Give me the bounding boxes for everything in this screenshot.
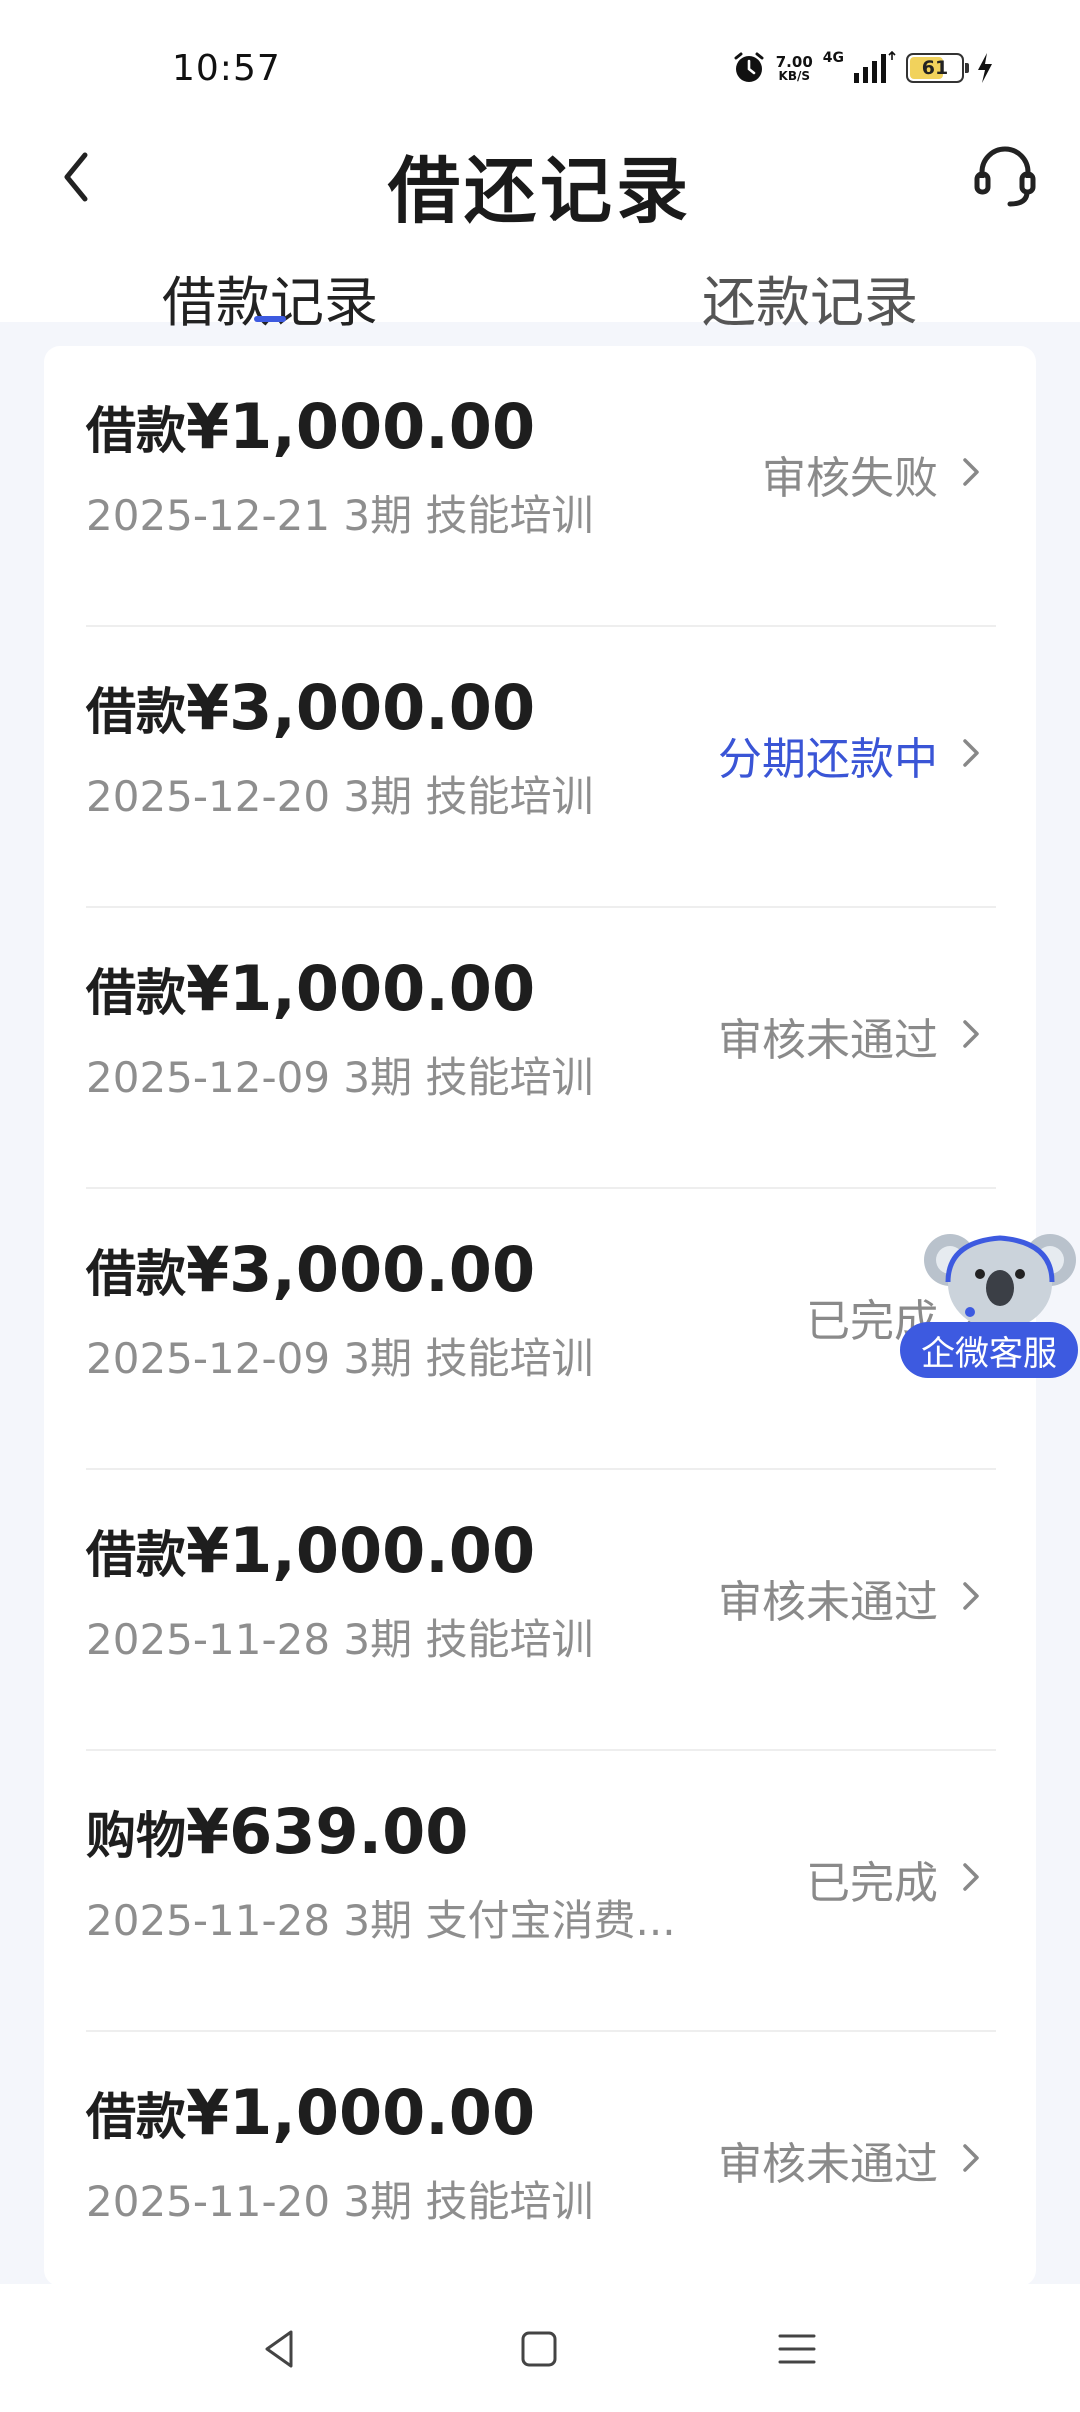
system-nav-bar bbox=[0, 2284, 1080, 2412]
record-detail: 2025-11-20 3期 技能培训 bbox=[86, 2177, 594, 2226]
tab-loan-records[interactable]: 借款记录 bbox=[162, 258, 378, 337]
record-amount: ¥1,000.00 bbox=[186, 390, 536, 463]
record-status: 审核未通过 bbox=[718, 1577, 938, 1628]
record-title: 借款¥1,000.00 bbox=[86, 952, 535, 1025]
status-time: 10:57 bbox=[172, 48, 281, 89]
record-title: 购物¥639.00 bbox=[86, 1795, 468, 1868]
record-detail: 2025-12-09 3期 技能培训 bbox=[86, 1053, 594, 1102]
koala-mascot-icon bbox=[924, 1234, 1076, 1330]
home-square-icon[interactable] bbox=[514, 2324, 564, 2374]
chevron-right-icon bbox=[963, 1020, 979, 1048]
record-detail: 2025-11-28 3期 支付宝消费... bbox=[86, 1896, 676, 1945]
chevron-right-icon bbox=[963, 739, 979, 767]
record-detail: 2025-12-20 3期 技能培训 bbox=[86, 772, 594, 821]
list-item[interactable]: 借款¥3,000.00 2025-12-09 3期 技能培训 已完成 bbox=[44, 1189, 1036, 1470]
chevron-right-icon bbox=[963, 1863, 979, 1891]
network-type: 4G bbox=[822, 50, 844, 66]
list-item[interactable]: 借款¥1,000.00 2025-12-09 3期 技能培训 审核未通过 bbox=[44, 908, 1036, 1189]
signal-icon bbox=[854, 51, 896, 83]
list-item[interactable]: 购物¥639.00 2025-11-28 3期 支付宝消费... 已完成 bbox=[44, 1751, 1036, 2032]
record-title: 借款¥1,000.00 bbox=[86, 1514, 535, 1587]
charging-icon bbox=[978, 53, 992, 83]
list-item[interactable]: 借款¥1,000.00 2025-12-21 3期 技能培训 审核失败 bbox=[44, 346, 1036, 627]
record-status: 审核失败 bbox=[762, 453, 938, 504]
record-type: 借款 bbox=[86, 1526, 186, 1584]
record-amount: ¥1,000.00 bbox=[186, 2076, 536, 2149]
battery-level: 61 bbox=[921, 57, 949, 79]
record-detail: 2025-12-21 3期 技能培训 bbox=[86, 491, 594, 540]
customer-support-button[interactable] bbox=[970, 140, 1040, 210]
list-item[interactable]: 借款¥1,000.00 2025-11-20 3期 技能培训 审核未通过 bbox=[44, 2032, 1036, 2286]
record-type: 借款 bbox=[86, 683, 186, 741]
status-icons: 7.00 KB/S 4G 61 bbox=[732, 46, 996, 90]
record-status: 已完成 bbox=[806, 1858, 938, 1909]
floating-service-label: 企微客服 bbox=[900, 1322, 1078, 1378]
record-amount: ¥1,000.00 bbox=[186, 1514, 536, 1587]
record-type: 借款 bbox=[86, 1245, 186, 1303]
record-type: 借款 bbox=[86, 964, 186, 1022]
record-status: 审核未通过 bbox=[718, 1015, 938, 1066]
record-amount: ¥3,000.00 bbox=[186, 671, 536, 744]
record-title: 借款¥1,000.00 bbox=[86, 390, 535, 463]
floating-customer-service-button[interactable]: 企微客服 bbox=[900, 1222, 1080, 1382]
net-speed-value: 7.00 bbox=[775, 52, 813, 71]
record-detail: 2025-11-28 3期 技能培训 bbox=[86, 1615, 594, 1664]
back-triangle-icon[interactable] bbox=[255, 2324, 305, 2374]
battery-icon: 61 bbox=[906, 53, 969, 83]
chevron-right-icon bbox=[963, 2144, 979, 2172]
alarm-icon bbox=[734, 52, 764, 82]
record-title: 借款¥3,000.00 bbox=[86, 671, 535, 744]
chevron-right-icon bbox=[963, 1582, 979, 1610]
chevron-right-icon bbox=[963, 458, 979, 486]
list-item[interactable]: 借款¥1,000.00 2025-11-28 3期 技能培训 审核未通过 bbox=[44, 1470, 1036, 1751]
record-type: 购物 bbox=[86, 1807, 186, 1865]
menu-lines-icon[interactable] bbox=[772, 2324, 822, 2374]
record-amount: ¥1,000.00 bbox=[186, 952, 536, 1025]
record-amount: ¥639.00 bbox=[186, 1795, 469, 1868]
net-speed-unit: KB/S bbox=[778, 68, 810, 83]
record-title: 借款¥3,000.00 bbox=[86, 1233, 535, 1306]
headset-icon bbox=[974, 146, 1036, 207]
record-type: 借款 bbox=[86, 2088, 186, 2146]
net-speed: 7.00 KB/S bbox=[776, 54, 813, 83]
record-status: 审核未通过 bbox=[718, 2139, 938, 2190]
record-amount: ¥3,000.00 bbox=[186, 1233, 536, 1306]
active-tab-indicator bbox=[254, 316, 286, 322]
list-item[interactable]: 借款¥3,000.00 2025-12-20 3期 技能培训 分期还款中 bbox=[44, 627, 1036, 908]
record-detail: 2025-12-09 3期 技能培训 bbox=[86, 1334, 594, 1383]
page-title: 借还记录 bbox=[387, 149, 692, 233]
record-type: 借款 bbox=[86, 402, 186, 460]
record-title: 借款¥1,000.00 bbox=[86, 2076, 535, 2149]
tab-repayment-records[interactable]: 还款记录 bbox=[702, 258, 918, 337]
record-status: 分期还款中 bbox=[718, 734, 938, 785]
records-list: 借款¥1,000.00 2025-12-21 3期 技能培训 审核失败 借款¥3… bbox=[44, 346, 1036, 2286]
